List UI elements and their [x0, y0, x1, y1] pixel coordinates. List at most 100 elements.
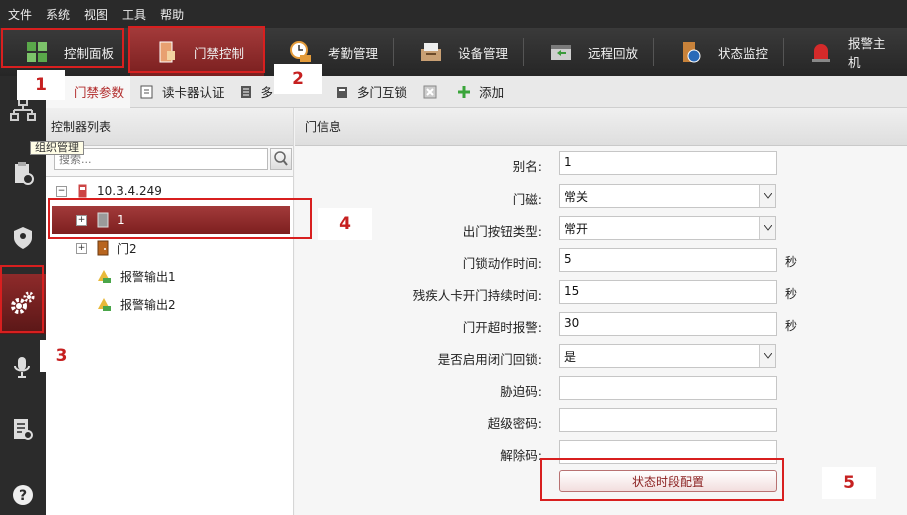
open-timeout-alarm-field[interactable]: 30: [559, 312, 777, 336]
exit-button-type-label: 出门按钮类型:: [462, 224, 542, 239]
toolbar-label: 设备管理: [458, 45, 509, 61]
close-relock-select[interactable]: 是: [559, 344, 776, 368]
menu-system[interactable]: 系统: [46, 6, 70, 23]
node-label: 10.3.4.249: [97, 184, 162, 198]
tab-reader-auth[interactable]: 读卡器认证: [134, 76, 231, 108]
menu-file[interactable]: 文件: [8, 6, 32, 23]
unit-seconds: 秒: [785, 287, 798, 301]
tab-add[interactable]: 添加: [451, 76, 510, 108]
search-input[interactable]: [54, 148, 268, 170]
nav-log-search[interactable]: [0, 406, 46, 456]
menu-help[interactable]: 帮助: [160, 6, 184, 23]
select-value: 常开: [564, 222, 589, 236]
annotation-number-5: 5: [822, 467, 876, 499]
select-value: 是: [564, 350, 577, 364]
annotation-number-2: 2: [274, 64, 322, 94]
disabled-card-duration-label: 残疾人卡开门持续时间:: [412, 288, 542, 303]
annotation-box-5: [540, 458, 784, 501]
duress-code-field[interactable]: [559, 376, 777, 400]
annotation-box-2: [128, 26, 265, 73]
door-info-panel: 门信息 别名: 1 门磁: 常关 出门按钮类型: 常开 门锁动作时间: 5 秒 …: [295, 108, 907, 515]
org-tree-icon: [10, 97, 36, 126]
toolbar-label: 状态监控: [718, 45, 769, 61]
reader-icon: [140, 85, 154, 99]
unit-seconds: 秒: [785, 319, 798, 333]
collapse-toggle[interactable]: −: [56, 185, 67, 197]
search-button[interactable]: [270, 148, 292, 170]
chevron-down-icon: [759, 185, 775, 207]
tab-label: 多: [260, 85, 274, 100]
alias-field[interactable]: 1: [559, 151, 777, 175]
tab-label: 读卡器认证: [162, 85, 225, 100]
tab-label: 添加: [479, 85, 505, 100]
alarm-output-icon: [96, 296, 112, 312]
door-sensor-select[interactable]: 常关: [559, 184, 776, 208]
sub-tabs: 门禁参数 读卡器认证 多 多门互锁 添加: [46, 75, 907, 108]
toolbar-alarm-host[interactable]: 报警主机: [784, 28, 907, 76]
annotation-number-3: 3: [40, 340, 83, 372]
super-password-field[interactable]: [559, 408, 777, 432]
device-icon: [420, 41, 442, 63]
disabled-card-duration-field[interactable]: 15: [559, 280, 777, 304]
tree-node-alarm-output-1[interactable]: 报警输出1: [96, 264, 176, 288]
playback-icon: [550, 41, 572, 63]
menu-view[interactable]: 视图: [84, 6, 108, 23]
menu-tools[interactable]: 工具: [122, 6, 146, 23]
toolbar-device-management[interactable]: 设备管理: [394, 28, 524, 76]
exit-button-type-select[interactable]: 常开: [559, 216, 776, 240]
delete-icon: [423, 85, 437, 99]
tab-interlock[interactable]: 多门互锁: [329, 76, 413, 108]
annotation-box-1: [1, 28, 124, 68]
node-label: 报警输出1: [120, 269, 176, 284]
lock-action-time-label: 门锁动作时间:: [462, 256, 542, 271]
nav-help[interactable]: ?: [0, 471, 46, 515]
toolbar-label: 考勤管理: [328, 45, 379, 61]
tab-multi-card[interactable]: 多: [233, 76, 280, 108]
toolbar-remote-playback[interactable]: 远程回放: [524, 28, 654, 76]
location-pin-icon: [10, 225, 36, 254]
node-label: 门2: [117, 241, 137, 256]
toolbar-label: 远程回放: [588, 45, 639, 61]
clipboard-clock-icon: [10, 161, 36, 190]
tree-node-door-2[interactable]: + 门2: [76, 236, 137, 260]
annotation-number-4: 4: [318, 208, 372, 240]
alias-label: 别名:: [512, 159, 542, 174]
search-icon: [274, 151, 288, 166]
microphone-icon: [10, 355, 36, 384]
chevron-down-icon: [759, 217, 775, 239]
log-search-icon: [10, 417, 36, 446]
close-relock-label: 是否启用闭门回锁:: [437, 352, 542, 367]
tab-label: 多门互锁: [357, 85, 408, 100]
expand-toggle[interactable]: +: [76, 242, 87, 254]
duress-code-label: 胁迫码:: [500, 384, 542, 399]
open-timeout-alarm-label: 门开超时报警:: [462, 320, 542, 335]
svg-text:?: ?: [19, 488, 27, 504]
super-password-label: 超级密码:: [487, 416, 542, 431]
chevron-down-icon: [759, 345, 775, 367]
door-icon: [97, 240, 109, 256]
annotation-box-4: [48, 198, 312, 239]
annotation-box-3: [0, 265, 44, 333]
toolbar-status-monitor[interactable]: 状态监控: [654, 28, 784, 76]
help-icon: ?: [12, 484, 34, 509]
select-value: 常关: [564, 190, 589, 204]
lock-action-time-field[interactable]: 5: [559, 248, 777, 272]
attendance-clock-icon: [290, 41, 312, 63]
annotation-number-1: 1: [17, 70, 65, 100]
controller-icon: [77, 183, 89, 199]
menu-bar: 文件 系统 视图 工具 帮助: [0, 0, 907, 28]
nav-location[interactable]: [0, 214, 46, 264]
tab-label: 门禁参数: [74, 85, 125, 100]
status-monitor-icon: [680, 41, 702, 63]
tree-node-alarm-output-2[interactable]: 报警输出2: [96, 292, 176, 316]
card-stack-icon: [239, 85, 253, 99]
alarm-output-icon: [96, 268, 112, 284]
door-sensor-label: 门磁:: [512, 192, 542, 207]
nav-records[interactable]: [0, 150, 46, 200]
add-plus-icon: [457, 85, 471, 99]
panel-title: 门信息: [295, 108, 907, 146]
tab-delete[interactable]: [417, 76, 451, 108]
unit-seconds: 秒: [785, 255, 798, 269]
alarm-host-icon: [810, 41, 832, 63]
toolbar-label: 报警主机: [848, 36, 886, 70]
